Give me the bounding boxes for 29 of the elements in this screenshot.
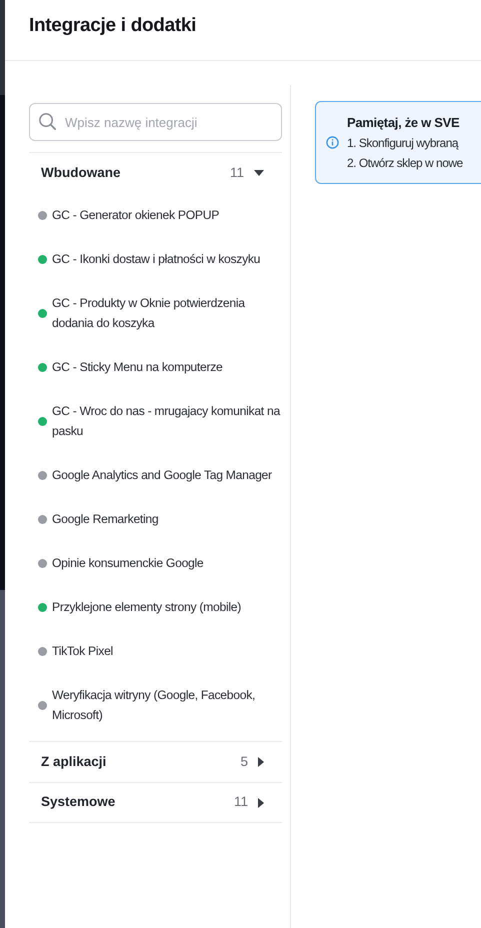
- caret-down-icon: [254, 170, 264, 176]
- integration-link[interactable]: Opinie konsumenckie Google: [52, 553, 204, 573]
- info-icon: [326, 136, 339, 150]
- group-count: 5: [240, 752, 248, 771]
- alert-text: 1. Skonfiguruj wybraną: [347, 134, 460, 152]
- integration-link[interactable]: GC - Produkty w Oknie potwierdzenia dodania do koszyka: [52, 293, 282, 333]
- group-header[interactable]: Z aplikacji 5: [29, 741, 282, 782]
- group-count: 11: [234, 793, 248, 812]
- alert-title: Pamiętaj, że w SVE: [347, 114, 460, 132]
- integration-link[interactable]: Weryfikacja witryny (Google, Facebook, Microsoft): [52, 685, 282, 725]
- group-label: Systemowe: [41, 793, 116, 812]
- caret-right-icon: [258, 798, 264, 808]
- group-count: 11: [230, 164, 244, 182]
- integration-link[interactable]: Google Analytics and Google Tag Manager: [52, 465, 272, 485]
- group-header[interactable]: Wbudowane 11: [29, 152, 282, 193]
- group-header[interactable]: Systemowe 11: [29, 782, 282, 823]
- integration-link[interactable]: Google Remarketing: [52, 509, 158, 529]
- integration-link[interactable]: GC - Wroc do nas - mrugajacy komunikat na pasku: [52, 401, 282, 441]
- integration-link[interactable]: GC - Ikonki dostaw i płatności w koszyku: [52, 249, 260, 269]
- search-field[interactable]: Wpisz nazwę integracji: [29, 103, 282, 141]
- alert-text: 2. Otwórz sklep w nowe: [347, 154, 463, 172]
- integration-link[interactable]: GC - Sticky Menu na komputerze: [52, 357, 222, 377]
- page-title: Integracje i dodatki: [29, 14, 198, 38]
- caret-right-icon: [258, 757, 264, 767]
- integration-link[interactable]: Przyklejone elementy strony (mobile): [52, 597, 242, 617]
- group-label: Z aplikacji: [41, 752, 108, 771]
- integration-link[interactable]: TikTok Pixel: [52, 641, 113, 661]
- group-label: Wbudowane: [41, 164, 122, 182]
- integration-link[interactable]: GC - Generator okienek POPUP: [52, 205, 220, 225]
